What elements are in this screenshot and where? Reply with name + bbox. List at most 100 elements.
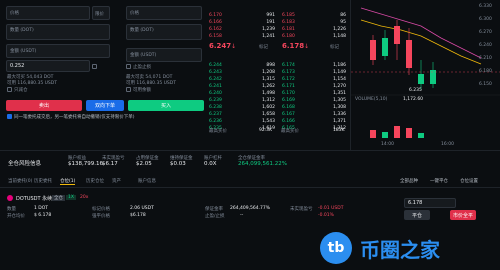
close-all-link[interactable]: 一键平仓	[430, 178, 448, 184]
bottom-tab[interactable]: 仓位(1)	[60, 178, 76, 185]
price-label: 价格	[10, 11, 19, 16]
footer-left-value: 92.3K	[259, 128, 272, 133]
entry-value: $ 6.178	[34, 213, 52, 218]
amount2-input[interactable]: 数量 (DOT)	[126, 24, 202, 40]
risk-item-value: $138,799.16	[68, 161, 103, 167]
bid-right-amount: 1,371	[333, 119, 346, 124]
limit-select[interactable]: 限价	[92, 6, 110, 20]
bid-right-price: 6.171	[282, 84, 295, 89]
amount-label: 数量 (DOT)	[10, 28, 34, 33]
ask-right-price: 6.183	[282, 20, 295, 25]
vol-bar-2	[382, 132, 388, 138]
margin-label: 保证金率	[205, 207, 223, 212]
bottom-tab[interactable]: 历史仓位	[86, 178, 104, 184]
risk-item: 维持保证金 $0.03	[170, 155, 193, 167]
risk-item-value: $0.03	[170, 161, 186, 167]
vol-bar-3	[394, 126, 400, 138]
amount2-label: 数量 (DOT)	[130, 28, 154, 33]
vol-bar-4	[406, 128, 412, 138]
ask-left-price: 6.166	[209, 20, 222, 25]
tp-value: --	[240, 213, 244, 218]
bid-right-amount: 1,186	[333, 63, 346, 68]
candle-1	[370, 40, 376, 60]
bid-left-amount: 1,315	[262, 77, 275, 82]
bid-left-amount: 1,498	[262, 91, 275, 96]
order-form: 价格 限价 数量 (DOT) 金额 (USDT) 0.252 最大可买 54,0…	[0, 0, 205, 120]
buy-button[interactable]: 买入	[128, 100, 204, 111]
total-label: 金额 (USDT)	[10, 49, 37, 54]
total-input[interactable]: 金额 (USDT)	[6, 44, 110, 58]
kline-chart[interactable]: 6.330 6.300 6.270 6.240 6.210 6.180 6.150 6.23…	[350, 0, 500, 150]
orderbook-right: 6.185 86 6.183 95 6.181 1,226 6.180 1,148 6.178…	[280, 10, 348, 135]
ask-right-price: 6.185	[282, 13, 295, 18]
position-settings-link[interactable]: 仓位设置	[460, 178, 478, 184]
ask-right-price: 6.180	[282, 34, 295, 39]
total-value-input[interactable]: 0.252	[6, 60, 90, 72]
close-limit-button[interactable]: 平仓	[404, 210, 430, 220]
watermark-text: 币圈之家	[360, 238, 440, 262]
orderbook-left: 6.170 991 6.166 191 6.162 1,239 6.158 1,241 6.2…	[207, 10, 277, 135]
mark-value: 2.06 USDT	[130, 206, 154, 211]
bottom-tab[interactable]: 账户信息	[138, 178, 156, 184]
price-scale-tick: 6.270	[479, 30, 492, 35]
tpsl2-checkbox[interactable]	[126, 64, 131, 69]
risk-item: 账户权益 $138,799.16	[68, 155, 103, 167]
position-symbol[interactable]: DOTUSDT 永续	[16, 195, 52, 202]
bottom-tab[interactable]: 当前委托(0)	[8, 178, 32, 184]
bottom-tab[interactable]: 历史委托	[34, 178, 52, 184]
footer-left-label: 最高买价	[209, 129, 227, 134]
ask-left-amount: 191	[266, 20, 275, 25]
tpsl-checkbox[interactable]	[92, 64, 97, 69]
mark-right-label: 标记	[330, 45, 339, 50]
bid-right-price: 6.170	[282, 91, 295, 96]
bid-right-amount: 1,336	[333, 112, 346, 117]
amount-input[interactable]: 数量 (DOT)	[6, 24, 110, 40]
oco-text: 同一笔委托成交后，另一笔委托将自动撤销(仅支持限价下单)	[14, 115, 135, 120]
risk-item-value: $2.05	[136, 161, 152, 167]
position-leverage-badge: 1X	[66, 195, 76, 200]
bid-right-amount: 1,270	[333, 84, 346, 89]
price-input[interactable]: 价格	[6, 6, 90, 20]
filter-select[interactable]: 全部品种	[400, 178, 418, 184]
close-price-input[interactable]: 6.178	[404, 198, 456, 208]
mid-price-right-arrow: ↓	[304, 43, 310, 50]
bid-left-price: 6.236	[209, 119, 222, 124]
mid-price-right: 6.178	[282, 42, 305, 50]
watermark-logo: tb 币圈之家	[316, 228, 500, 270]
mark-left-label: 标记	[259, 45, 268, 50]
position-row: DOTUSDT 永续 全仓 1X 20x 数量 1 DOT 开仓均价 $ 6.1…	[0, 190, 500, 230]
price-scale-tick: 6.210	[479, 56, 492, 61]
sell-button[interactable]: 卖出	[6, 100, 82, 111]
bid-right-price: 6.168	[282, 105, 295, 110]
qty-label: 数量	[7, 207, 16, 212]
bottom-tab[interactable]: 资产	[112, 178, 121, 184]
risk-panel: 全仓风险信息 账户权益 $138,799.16 未实现盈亏 $6.17 占用保证金 $2.…	[0, 150, 500, 178]
pnl-label: 未实现盈亏	[290, 207, 313, 212]
mid-price-left-row: 6.247 ↓ 标记	[207, 42, 277, 52]
avail-label: 可用余额	[133, 88, 151, 93]
bid-right-price: 6.169	[282, 98, 295, 103]
volume-value: 1,172.60	[403, 97, 424, 102]
mid-price-left-arrow: ↓	[231, 43, 237, 50]
candle-4	[406, 40, 412, 68]
bid-left-price: 6.239	[209, 98, 222, 103]
ask-left-row[interactable]: 6.158 1,241	[207, 33, 277, 41]
tb-logo-icon: tb	[320, 232, 352, 264]
bid-left-amount: 1,543	[262, 119, 275, 124]
ask-left-amount: 1,241	[262, 34, 275, 39]
risk-item: 全仓保证金率 264,099,561.22%	[238, 155, 287, 167]
post-only2-checkbox[interactable]	[126, 87, 131, 92]
oco-checkbox[interactable]	[7, 114, 12, 119]
ask-right-row[interactable]: 6.180 1,148	[280, 33, 348, 41]
bidirectional-order-button[interactable]: 双向下单	[86, 100, 124, 111]
orderbook-footer: 最高买价 92.3K 最高买价 183K	[207, 128, 348, 136]
bid-right-price: 6.172	[282, 77, 295, 82]
candle-3	[394, 26, 400, 44]
total2-input[interactable]: 金额 (USDT)	[126, 48, 202, 62]
trigger-price-input[interactable]: 价格	[126, 6, 202, 20]
close-market-button[interactable]: 市价全平	[450, 210, 476, 220]
bid-right-amount: 1,305	[333, 98, 346, 103]
post-only-checkbox[interactable]	[7, 87, 12, 92]
footer-right-value: 183K	[333, 128, 345, 133]
risk-item-value: 264,099,561.22%	[238, 161, 287, 167]
